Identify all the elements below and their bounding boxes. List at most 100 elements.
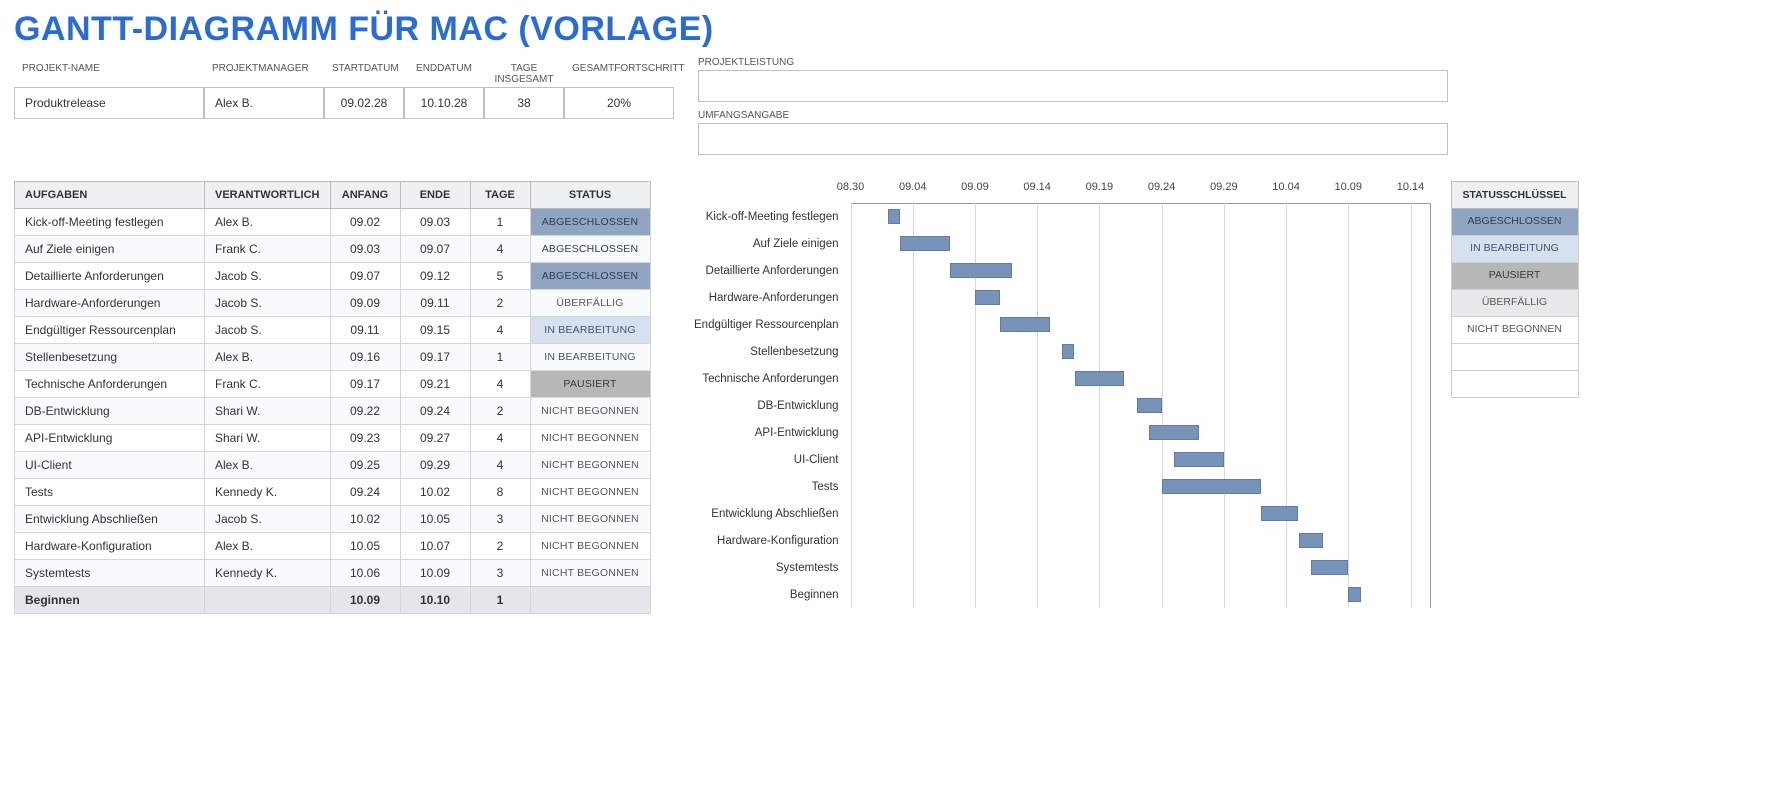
status-key-item[interactable]: ABGESCHLOSSEN — [1451, 209, 1579, 236]
cell-end[interactable]: 09.17 — [400, 344, 470, 371]
cell-days[interactable]: 4 — [470, 425, 530, 452]
cell-task[interactable]: DB-Entwicklung — [15, 398, 205, 425]
cell-status[interactable]: NICHT BEGONNEN — [530, 560, 650, 587]
cell-task[interactable]: Stellenbesetzung — [15, 344, 205, 371]
table-row[interactable]: StellenbesetzungAlex B.09.1609.171IN BEA… — [15, 344, 651, 371]
cell-end[interactable]: 10.07 — [400, 533, 470, 560]
table-row[interactable]: Auf Ziele einigenFrank C.09.0309.074ABGE… — [15, 236, 651, 263]
cell-status[interactable]: ABGESCHLOSSEN — [530, 236, 650, 263]
table-row[interactable]: UI-ClientAlex B.09.2509.294NICHT BEGONNE… — [15, 452, 651, 479]
cell-start[interactable]: 09.24 — [330, 479, 400, 506]
cell-status[interactable]: ABGESCHLOSSEN — [530, 263, 650, 290]
cell-start[interactable]: 09.25 — [330, 452, 400, 479]
cell-end[interactable]: 10.02 — [400, 479, 470, 506]
cell-status[interactable]: NICHT BEGONNEN — [530, 533, 650, 560]
meta-value-project-name[interactable]: Produktrelease — [14, 87, 204, 119]
cell-responsible[interactable]: Shari W. — [205, 398, 331, 425]
cell-status[interactable]: PAUSIERT — [530, 371, 650, 398]
cell-start[interactable]: 09.16 — [330, 344, 400, 371]
cell-days[interactable]: 4 — [470, 236, 530, 263]
meta-value-total-days[interactable]: 38 — [484, 87, 564, 119]
cell-days[interactable]: 2 — [470, 398, 530, 425]
cell-days[interactable]: 4 — [470, 371, 530, 398]
cell-responsible[interactable]: Frank C. — [205, 371, 331, 398]
cell-end[interactable]: 09.24 — [400, 398, 470, 425]
cell-responsible[interactable]: Jacob S. — [205, 317, 331, 344]
cell-responsible[interactable]: Kennedy K. — [205, 479, 331, 506]
cell-end[interactable]: 09.27 — [400, 425, 470, 452]
cell-days[interactable]: 2 — [470, 533, 530, 560]
cell-end[interactable]: 09.15 — [400, 317, 470, 344]
cell-responsible[interactable]: Alex B. — [205, 209, 331, 236]
cell-responsible[interactable]: Frank C. — [205, 236, 331, 263]
table-row[interactable]: TestsKennedy K.09.2410.028NICHT BEGONNEN — [15, 479, 651, 506]
cell-days[interactable]: 1 — [470, 587, 530, 614]
table-footer-row[interactable]: Beginnen10.0910.101 — [15, 587, 651, 614]
cell-end[interactable]: 10.05 — [400, 506, 470, 533]
table-row[interactable]: Hardware-KonfigurationAlex B.10.0510.072… — [15, 533, 651, 560]
table-row[interactable]: Kick-off-Meeting festlegenAlex B.09.0209… — [15, 209, 651, 236]
cell-start[interactable]: 09.07 — [330, 263, 400, 290]
cell-status[interactable]: IN BEARBEITUNG — [530, 317, 650, 344]
meta-value-start-date[interactable]: 09.02.28 — [324, 87, 404, 119]
table-row[interactable]: Technische AnforderungenFrank C.09.1709.… — [15, 371, 651, 398]
cell-start[interactable]: 10.02 — [330, 506, 400, 533]
cell-days[interactable]: 4 — [470, 317, 530, 344]
status-key-item[interactable]: NICHT BEGONNEN — [1451, 317, 1579, 344]
cell-days[interactable]: 3 — [470, 506, 530, 533]
cell-status[interactable]: NICHT BEGONNEN — [530, 479, 650, 506]
cell-end[interactable]: 09.03 — [400, 209, 470, 236]
cell-end[interactable]: 09.21 — [400, 371, 470, 398]
cell-end[interactable]: 09.07 — [400, 236, 470, 263]
status-key-item[interactable] — [1451, 371, 1579, 398]
cell-responsible[interactable]: Jacob S. — [205, 290, 331, 317]
input-project-performance[interactable] — [698, 70, 1448, 102]
cell-task[interactable]: Entwicklung Abschließen — [15, 506, 205, 533]
table-row[interactable]: DB-EntwicklungShari W.09.2209.242NICHT B… — [15, 398, 651, 425]
cell-task[interactable]: Endgültiger Ressourcenplan — [15, 317, 205, 344]
cell-start[interactable]: 09.17 — [330, 371, 400, 398]
cell-days[interactable]: 4 — [470, 452, 530, 479]
cell-status[interactable]: NICHT BEGONNEN — [530, 506, 650, 533]
table-row[interactable]: API-EntwicklungShari W.09.2309.274NICHT … — [15, 425, 651, 452]
cell-responsible[interactable]: Kennedy K. — [205, 560, 331, 587]
cell-days[interactable]: 3 — [470, 560, 530, 587]
cell-task[interactable]: Hardware-Anforderungen — [15, 290, 205, 317]
cell-responsible[interactable]: Alex B. — [205, 452, 331, 479]
cell-responsible[interactable]: Alex B. — [205, 533, 331, 560]
cell-responsible[interactable]: Shari W. — [205, 425, 331, 452]
meta-value-progress[interactable]: 20% — [564, 87, 674, 119]
cell-start[interactable]: 09.23 — [330, 425, 400, 452]
cell-end[interactable]: 10.09 — [400, 560, 470, 587]
cell-status[interactable]: NICHT BEGONNEN — [530, 425, 650, 452]
meta-value-end-date[interactable]: 10.10.28 — [404, 87, 484, 119]
cell-days[interactable]: 8 — [470, 479, 530, 506]
cell-task[interactable]: API-Entwicklung — [15, 425, 205, 452]
cell-task[interactable]: Tests — [15, 479, 205, 506]
table-row[interactable]: Entwicklung AbschließenJacob S.10.0210.0… — [15, 506, 651, 533]
status-key-item[interactable]: PAUSIERT — [1451, 263, 1579, 290]
cell-responsible[interactable]: Alex B. — [205, 344, 331, 371]
cell-days[interactable]: 2 — [470, 290, 530, 317]
status-key-item[interactable]: IN BEARBEITUNG — [1451, 236, 1579, 263]
cell-task[interactable]: Systemtests — [15, 560, 205, 587]
cell-end[interactable]: 09.12 — [400, 263, 470, 290]
cell-status[interactable]: ÜBERFÄLLIG — [530, 290, 650, 317]
table-row[interactable]: Endgültiger RessourcenplanJacob S.09.110… — [15, 317, 651, 344]
status-key-item[interactable]: ÜBERFÄLLIG — [1451, 290, 1579, 317]
cell-start[interactable]: 09.02 — [330, 209, 400, 236]
cell-days[interactable]: 1 — [470, 209, 530, 236]
cell-task[interactable]: Auf Ziele einigen — [15, 236, 205, 263]
cell-status[interactable]: NICHT BEGONNEN — [530, 398, 650, 425]
cell-responsible[interactable]: Jacob S. — [205, 263, 331, 290]
cell-end[interactable]: 10.10 — [400, 587, 470, 614]
cell-end[interactable]: 09.29 — [400, 452, 470, 479]
cell-start[interactable]: 10.06 — [330, 560, 400, 587]
cell-end[interactable]: 09.11 — [400, 290, 470, 317]
meta-value-project-manager[interactable]: Alex B. — [204, 87, 324, 119]
cell-task[interactable]: UI-Client — [15, 452, 205, 479]
cell-start[interactable]: 09.11 — [330, 317, 400, 344]
table-row[interactable]: Detaillierte AnforderungenJacob S.09.070… — [15, 263, 651, 290]
cell-start[interactable]: 09.03 — [330, 236, 400, 263]
cell-start[interactable]: 10.09 — [330, 587, 400, 614]
